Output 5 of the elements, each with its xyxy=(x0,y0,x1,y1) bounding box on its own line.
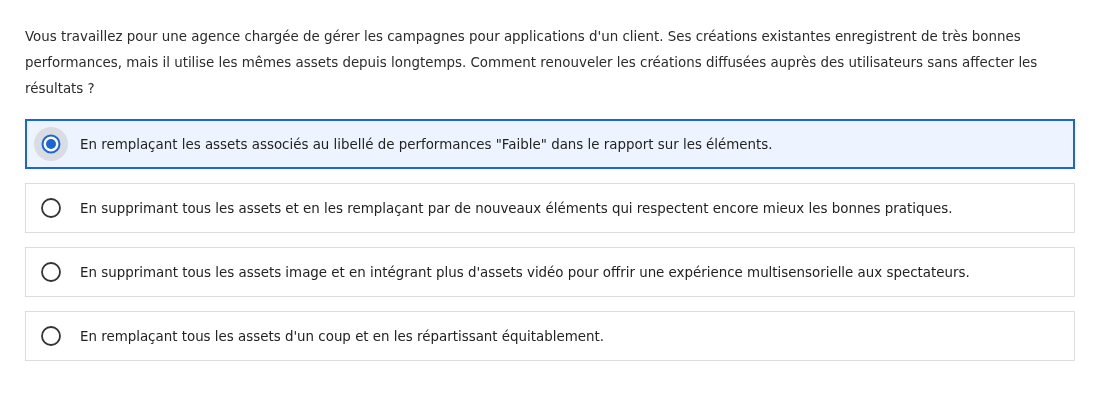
answer-option[interactable]: En remplaçant tous les assets d'un coup et en les répartissant équitablement. xyxy=(25,311,1075,361)
answer-option[interactable]: En remplaçant les assets associés au libellé de performances "Faible" dans le rapport sur les éléments. xyxy=(25,119,1075,169)
question-text: Vous travaillez pour une agence chargée de gérer les campagnes pour applications d'un client. Ses créations existantes enregistrent de très bonnes performances, mais il utilise les mêmes assets depuis longtemps. Comment renouveler les créations diffusées auprès des utilisateurs sans affecter les résultats ? xyxy=(25,28,1039,98)
answer-option[interactable]: En supprimant tous les assets image et en intégrant plus d'assets vidéo pour offrir une expérience multisensorielle aux spectateurs. xyxy=(25,247,1075,297)
answer-option[interactable]: En supprimant tous les assets et en les remplaçant par de nouveaux éléments qui respectent encore mieux les bonnes pratiques. xyxy=(25,183,1075,233)
